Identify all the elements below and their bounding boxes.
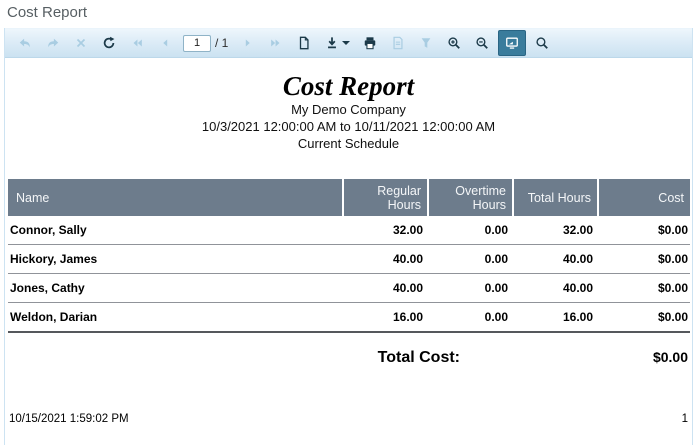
generated-timestamp: 10/15/2021 1:59:02 PM	[9, 413, 129, 425]
navigate-forward-button	[41, 30, 65, 56]
cell-total: 32.00	[562, 223, 593, 237]
back-arrow-icon	[18, 36, 32, 50]
table-row: Hickory, James 40.00 0.00 40.00 $0.00	[8, 245, 690, 274]
column-header: Regular Hours	[342, 179, 427, 216]
previous-page-button	[153, 30, 177, 56]
cell-name: Weldon, Darian	[10, 310, 98, 324]
cell-regular: 40.00	[392, 252, 423, 266]
report-title: Cost Report	[282, 71, 415, 101]
page-title: Cost Report	[7, 4, 88, 21]
table-body: Connor, Sally 32.00 0.00 32.00 $0.00 Hickory,…	[8, 216, 690, 333]
cell-total: 16.00	[562, 310, 593, 324]
last-page-icon	[269, 36, 283, 50]
report-schedule: Current Schedule	[297, 136, 400, 151]
filter-button	[414, 30, 438, 56]
cost-table: Name Regular Hours Overtime Hours Total Hou…	[8, 179, 690, 333]
page-count-label: / 1	[215, 36, 229, 50]
next-page-icon	[241, 36, 255, 50]
viewer-toolbar: / 1	[5, 28, 692, 58]
print-preview-button	[386, 30, 410, 56]
cell-regular: 40.00	[392, 281, 423, 295]
last-page-button	[264, 30, 288, 56]
zoom-out-icon	[475, 36, 489, 50]
table-row: Weldon, Darian 16.00 0.00 16.00 $0.00	[8, 303, 690, 333]
cell-overtime: 0.00	[484, 310, 508, 324]
cell-cost: $0.00	[657, 310, 688, 324]
printer-icon	[363, 36, 377, 50]
funnel-icon	[419, 36, 433, 50]
cell-cost: $0.00	[657, 223, 688, 237]
dropdown-caret-icon	[341, 41, 350, 45]
cell-overtime: 0.00	[484, 223, 508, 237]
document-preview-icon	[391, 36, 405, 50]
cell-overtime: 0.00	[484, 281, 508, 295]
refresh-icon	[102, 36, 116, 50]
refresh-button[interactable]	[97, 30, 121, 56]
cell-total: 40.00	[562, 252, 593, 266]
page-number-input[interactable]	[183, 34, 211, 52]
print-button[interactable]	[358, 30, 382, 56]
zoom-out-button[interactable]	[470, 30, 494, 56]
export-button[interactable]	[320, 30, 354, 56]
table-row: Connor, Sally 32.00 0.00 32.00 $0.00	[8, 216, 690, 245]
cell-cost: $0.00	[657, 252, 688, 266]
cell-name: Jones, Cathy	[10, 281, 85, 295]
total-cost-label: Total Cost:	[377, 349, 460, 366]
cell-regular: 32.00	[392, 223, 423, 237]
cancel-icon	[74, 36, 88, 50]
report-page: Cost Report My Demo Company 10/3/2021 12…	[5, 58, 692, 425]
cell-name: Hickory, James	[10, 252, 98, 266]
report-date-range: 10/3/2021 12:00:00 AM to 10/11/2021 12:0…	[201, 119, 496, 134]
cell-regular: 16.00	[392, 310, 423, 324]
cell-total: 40.00	[562, 281, 593, 295]
navigate-back-button	[13, 30, 37, 56]
column-header: Cost	[597, 179, 690, 216]
cancel-button	[69, 30, 93, 56]
monitor-icon	[505, 36, 519, 50]
report-footer: 10/15/2021 1:59:02 PM 1	[9, 413, 688, 425]
total-row: Total Cost: $0.00	[8, 349, 690, 367]
search-button[interactable]	[530, 30, 554, 56]
first-page-icon	[130, 36, 144, 50]
column-header: Overtime Hours	[427, 179, 512, 216]
report-company: My Demo Company	[291, 102, 406, 117]
zoom-in-button[interactable]	[442, 30, 466, 56]
page-icon	[297, 36, 311, 50]
page-setup-button[interactable]	[292, 30, 316, 56]
search-icon	[535, 36, 549, 50]
prev-page-icon	[158, 36, 172, 50]
column-header: Total Hours	[512, 179, 597, 216]
first-page-button	[125, 30, 149, 56]
cell-overtime: 0.00	[484, 252, 508, 266]
next-page-button	[236, 30, 260, 56]
table-row: Jones, Cathy 40.00 0.00 40.00 $0.00	[8, 274, 690, 303]
cell-name: Connor, Sally	[10, 223, 87, 237]
fit-to-window-button[interactable]	[498, 30, 527, 56]
page-number-footer: 1	[681, 413, 688, 425]
download-icon	[325, 36, 339, 50]
cell-cost: $0.00	[657, 281, 688, 295]
report-viewer: / 1 Cost Report My Demo Company 10/3/202…	[4, 28, 693, 445]
table-header-row: Name Regular Hours Overtime Hours Total Hou…	[8, 179, 690, 216]
forward-arrow-icon	[46, 36, 60, 50]
zoom-in-icon	[447, 36, 461, 50]
total-cost-value: $0.00	[652, 349, 688, 365]
column-header: Name	[16, 190, 50, 205]
